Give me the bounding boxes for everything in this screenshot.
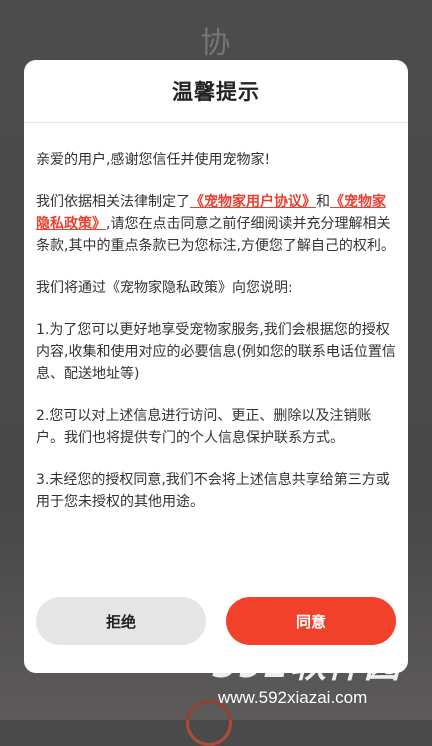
agreement-text-and: 和	[316, 194, 330, 210]
watermark-brand: 592软件园	[212, 645, 402, 686]
greeting-text: 亲爱的用户,感谢您信任并使用宠物家!	[36, 152, 271, 168]
policy-item-3: 3.未经您的授权同意,我们不会将上述信息共享给第三方或用于您未授权的其他用途。	[36, 472, 390, 510]
policy-item-1: 1.为了您可以更好地享受宠物家服务,我们会根据您的授权内容,收集和使用对应的必要…	[36, 322, 396, 382]
watermark-url: www.592xiazai.com	[218, 688, 368, 707]
agreement-text-before: 我们依据相关法律制定了	[36, 194, 190, 210]
privacy-dialog: 温馨提示 亲爱的用户,感谢您信任并使用宠物家! 我们依据相关法律制定了《宠物家用…	[24, 60, 408, 673]
intro-paragraph: 我们将通过《宠物家隐私政策》向您说明:	[36, 280, 293, 296]
decline-button[interactable]: 拒绝	[36, 597, 206, 645]
agreement-paragraph: 我们依据相关法律制定了《宠物家用户协议》和《宠物家隐私政策》,请您在点击同意之前…	[36, 191, 396, 257]
watermark: 592软件园 www.592xiazai.com	[212, 636, 422, 716]
dialog-body[interactable]: 亲爱的用户,感谢您信任并使用宠物家! 我们依据相关法律制定了《宠物家用户协议》和…	[24, 123, 408, 513]
dialog-header: 温馨提示	[24, 60, 408, 123]
dialog-title: 温馨提示	[172, 80, 260, 104]
user-agreement-link[interactable]: 《宠物家用户协议》	[190, 194, 316, 210]
policy-item-2: 2.您可以对上述信息进行访问、更正、删除以及注销账户。我们也将提供专门的个人信息…	[36, 408, 372, 446]
